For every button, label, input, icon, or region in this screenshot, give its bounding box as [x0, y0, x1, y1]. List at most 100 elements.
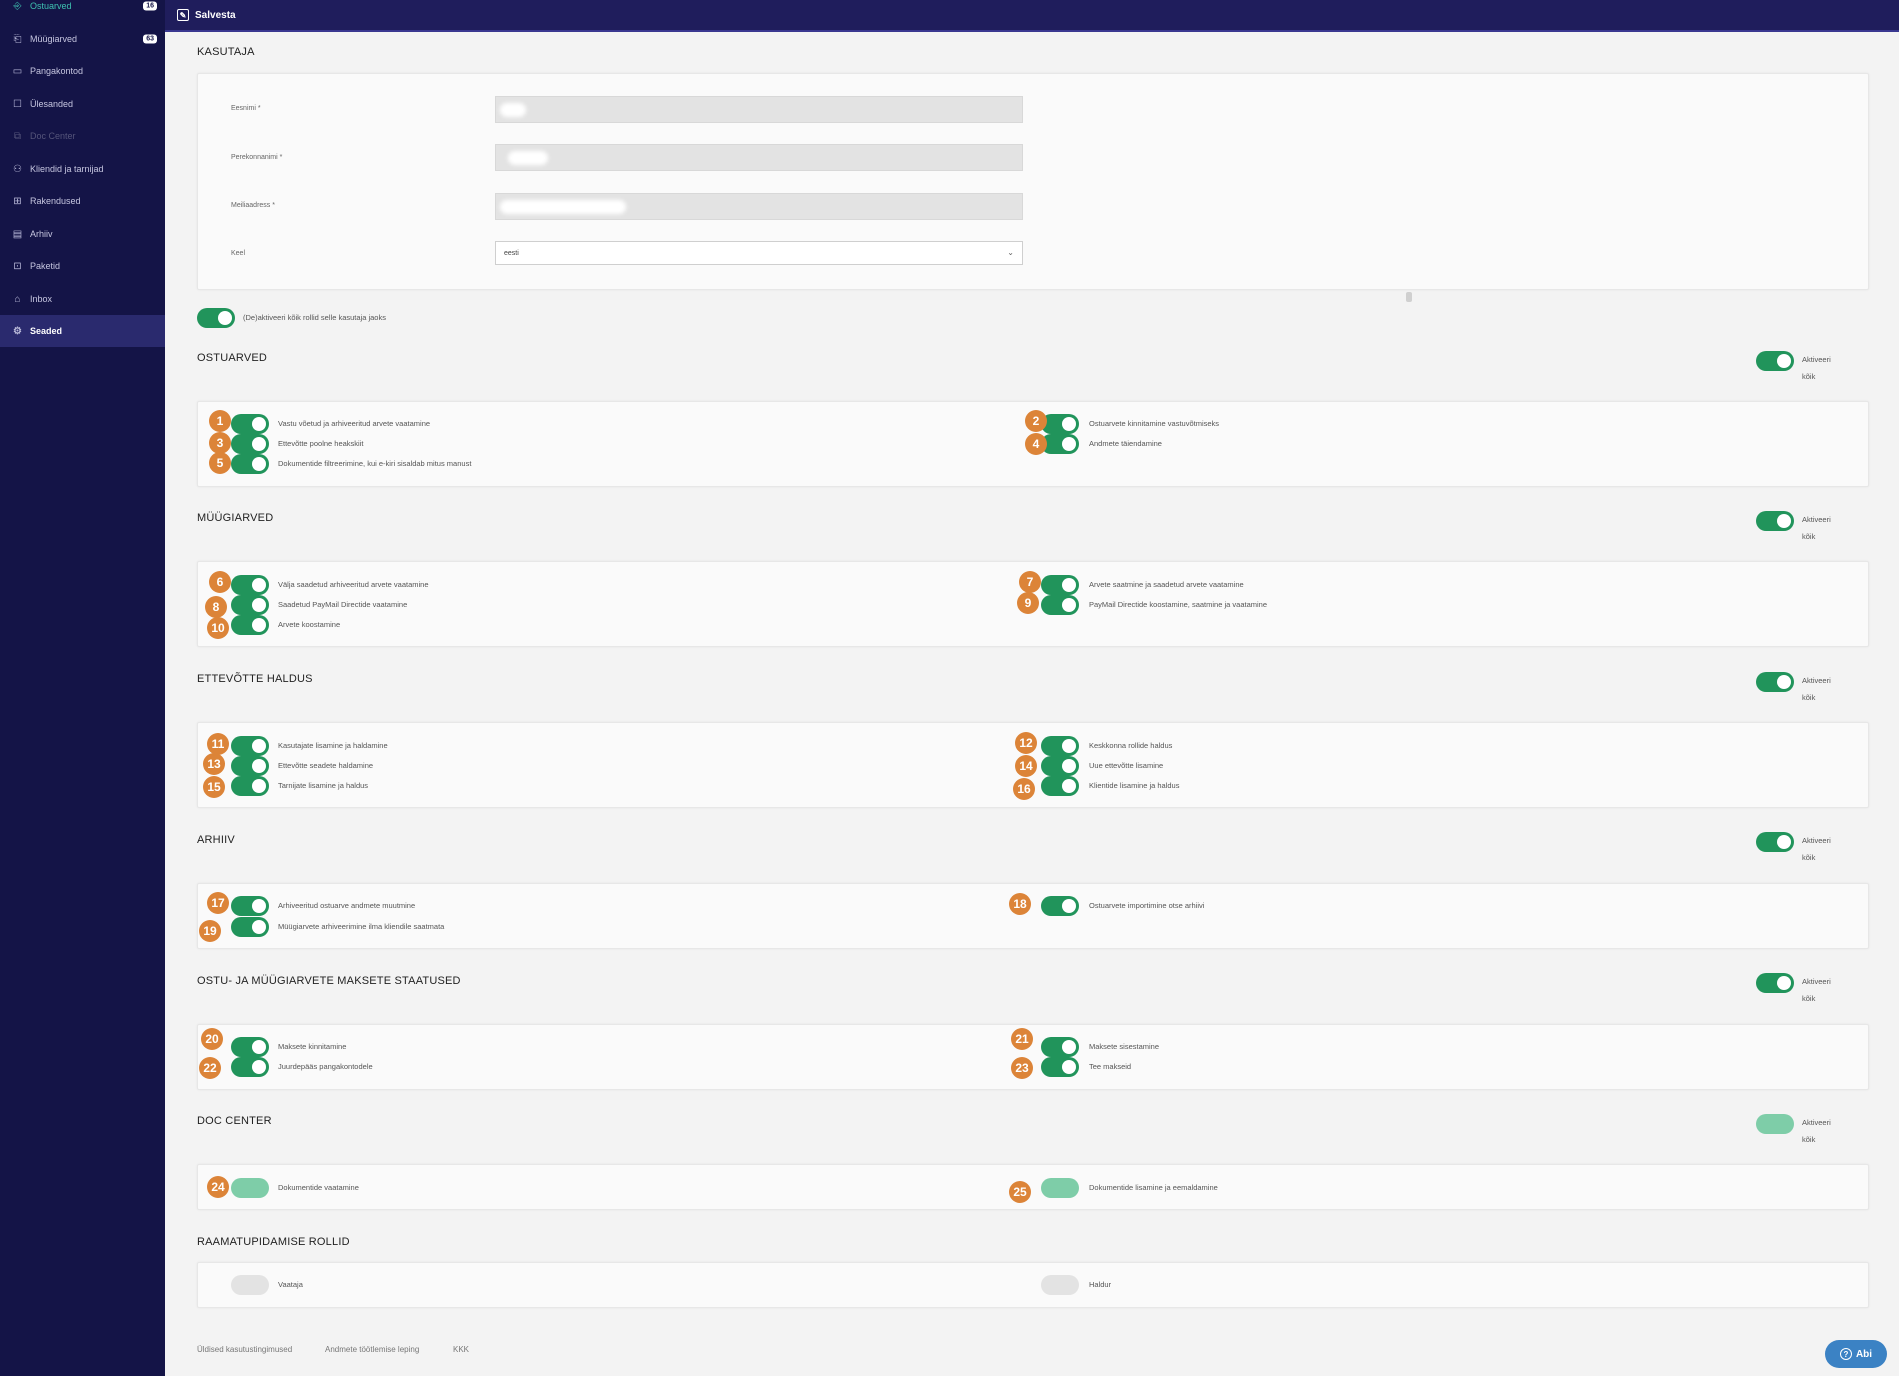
toggle-p11[interactable] [231, 736, 269, 756]
top-bar: ✎ Salvesta [165, 0, 1899, 32]
save-button-label: Salvesta [195, 9, 236, 21]
annotation-badge: 11 [207, 733, 229, 755]
settings-icon: ⚙ [13, 325, 22, 337]
perm-label-p14: Uue ettevõtte lisamine [1089, 761, 1164, 770]
sidebar-item-rakendused[interactable]: ⊞ Rakendused [0, 185, 165, 217]
toggle-p23[interactable] [1041, 1057, 1079, 1077]
perm-label-p16: Klientide lisamine ja haldus [1089, 781, 1180, 790]
toggle-p3[interactable] [231, 434, 269, 454]
sidebar-item-ostuarved[interactable]: ⎆ Ostuarved 16 [0, 0, 165, 22]
toggle-p15[interactable] [231, 776, 269, 796]
toggle-p24[interactable] [231, 1178, 269, 1198]
perm-label-p13: Ettevõtte seadete haldamine [278, 761, 374, 770]
activate-all-toggle-doccenter[interactable] [1756, 1114, 1794, 1134]
arhiiv-card [197, 883, 1869, 949]
annotation-badge: 7 [1019, 571, 1041, 593]
toggle-p7[interactable] [1041, 575, 1079, 595]
activate-all-label: Aktiveeri kõik [1802, 836, 1831, 862]
toggle-p14[interactable] [1041, 756, 1079, 776]
activate-all-toggle-ostuarved[interactable] [1756, 351, 1794, 371]
toggle-p16[interactable] [1041, 776, 1079, 796]
toggle-haldur[interactable] [1041, 1275, 1079, 1295]
sidebar-item-ylesanded[interactable]: ☐ Ülesanded [0, 88, 165, 120]
sidebar: ⎆ Ostuarved 16 ⎗ Müügiarved 63 ▭ Pangako… [0, 0, 165, 1376]
sidebar-item-inbox[interactable]: ⌂ Inbox [0, 283, 165, 315]
scroll-handle[interactable] [1406, 292, 1412, 302]
toggle-p18[interactable] [1041, 896, 1079, 916]
activate-all-toggle-maksete[interactable] [1756, 973, 1794, 993]
toggle-p10[interactable] [231, 615, 269, 635]
perm-label-p1: Vastu võetud ja arhiveeritud arvete vaat… [278, 419, 431, 428]
language-select[interactable]: eesti ⌄ [495, 241, 1023, 265]
tasks-icon: ☐ [13, 98, 22, 110]
last-name-field[interactable] [495, 144, 1023, 171]
toggle-p20[interactable] [231, 1037, 269, 1057]
packages-icon: ⊡ [13, 260, 22, 272]
perm-label-p15: Tarnijate lisamine ja haldus [278, 781, 369, 790]
sidebar-item-arhiiv[interactable]: ▤ Arhiiv [0, 218, 165, 250]
doccenter-card [197, 1164, 1869, 1210]
sidebar-item-kliendid[interactable]: ⚇ Kliendid ja tarnijad [0, 153, 165, 185]
perm-label-p23: Tee makseid [1089, 1062, 1132, 1071]
sidebar-item-seaded[interactable]: ⚙ Seaded [0, 315, 165, 347]
sidebar-item-label: Müügiarved [30, 34, 78, 44]
sidebar-item-myygiarved[interactable]: ⎗ Müügiarved 63 [0, 23, 165, 55]
sidebar-item-pangakontod[interactable]: ▭ Pangakontod [0, 55, 165, 87]
email-label: Meiliaadress * [231, 202, 275, 209]
annotation-badge: 14 [1015, 755, 1037, 777]
language-label: Keel [231, 250, 246, 257]
footer-link-dpa[interactable]: Andmete töötlemise leping [325, 1345, 419, 1354]
footer-link-terms[interactable]: Üldised kasutustingimused [197, 1345, 292, 1354]
sidebar-item-doc-center[interactable]: ⧉ Doc Center [0, 120, 165, 152]
perm-label-p20: Maksete kinnitamine [278, 1042, 347, 1051]
annotation-badge: 4 [1025, 433, 1047, 455]
annotation-badge: 16 [1013, 778, 1035, 800]
toggle-p8[interactable] [231, 595, 269, 615]
section-title-raamatupidamise: RAAMATUPIDAMISE ROLLID [197, 1236, 350, 1248]
save-icon: ✎ [177, 9, 189, 21]
help-icon: ? [1839, 1348, 1852, 1360]
toggle-p1[interactable] [231, 414, 269, 434]
email-field[interactable] [495, 193, 1023, 220]
purchase-invoice-icon: ⎆ [13, 0, 22, 12]
perm-label-p9: PayMail Directide koostamine, saatmine j… [1089, 600, 1267, 609]
toggle-p13[interactable] [231, 756, 269, 776]
annotation-badge: 9 [1017, 592, 1039, 614]
count-badge: 16 [143, 1, 157, 11]
last-name-label: Perekonnanimi * [231, 154, 283, 161]
activate-all-toggle-arhiiv[interactable] [1756, 832, 1794, 852]
sidebar-item-label: Inbox [30, 294, 53, 304]
toggle-p19[interactable] [231, 917, 269, 937]
perm-label-p4: Andmete täiendamine [1089, 439, 1162, 448]
user-form-card [197, 73, 1869, 290]
sidebar-item-label: Rakendused [30, 196, 81, 206]
sidebar-item-label: Doc Center [30, 131, 76, 141]
activate-all-toggle-ettevotte[interactable] [1756, 672, 1794, 692]
toggle-vaataja[interactable] [231, 1275, 269, 1295]
toggle-p12[interactable] [1041, 736, 1079, 756]
first-name-field[interactable] [495, 96, 1023, 123]
perm-label-vaataja: Vaataja [278, 1280, 303, 1289]
perm-label-p5: Dokumentide filtreerimine, kui e-kiri si… [278, 459, 472, 468]
toggle-p9[interactable] [1041, 595, 1079, 615]
sales-invoice-icon: ⎗ [13, 33, 22, 45]
footer-link-faq[interactable]: KKK [453, 1345, 469, 1354]
toggle-p21[interactable] [1041, 1037, 1079, 1057]
toggle-p6[interactable] [231, 575, 269, 595]
help-button[interactable]: ? Abi [1825, 1340, 1887, 1368]
toggle-p25[interactable] [1041, 1178, 1079, 1198]
activate-all-toggle-myygiarved[interactable] [1756, 511, 1794, 531]
activate-all-label: Aktiveeri kõik [1802, 1118, 1831, 1144]
annotation-badge: 13 [203, 753, 225, 775]
sidebar-item-paketid[interactable]: ⊡ Paketid [0, 250, 165, 282]
toggle-p22[interactable] [231, 1057, 269, 1077]
section-title-ostuarved: OSTUARVED [197, 352, 268, 364]
save-button[interactable]: ✎ Salvesta [177, 9, 236, 21]
deactivate-all-toggle[interactable] [197, 308, 235, 328]
toggle-p2[interactable] [1041, 414, 1079, 434]
help-button-label: Abi [1855, 1348, 1873, 1360]
toggle-p5[interactable] [231, 454, 269, 474]
sidebar-item-label: Paketid [30, 261, 61, 271]
toggle-p17[interactable] [231, 896, 269, 916]
annotation-badge: 12 [1015, 732, 1037, 754]
